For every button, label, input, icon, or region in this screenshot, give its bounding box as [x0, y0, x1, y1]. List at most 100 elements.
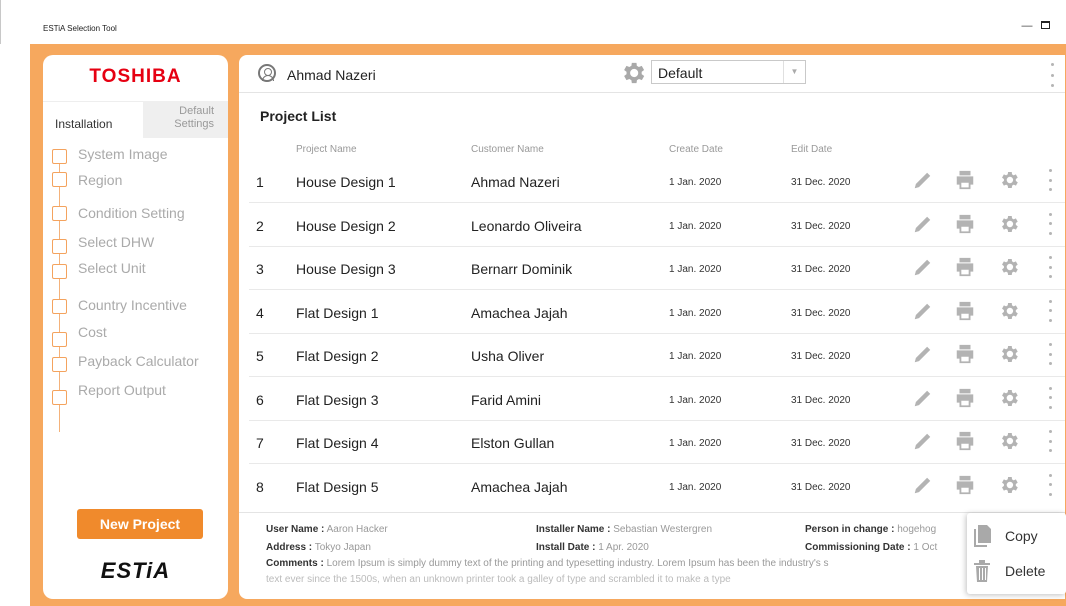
table-row[interactable]: 7 Flat Design 4 Elston Gullan 1 Jan. 2020 31…	[239, 420, 1065, 464]
row-menu-kebab-icon[interactable]	[1045, 212, 1055, 235]
step-checkbox-icon	[52, 172, 67, 187]
new-project-button[interactable]: New Project	[77, 509, 203, 539]
edit-pencil-icon[interactable]	[912, 169, 934, 191]
main-panel: Ahmad Nazeri Default ▼ Project List Proj…	[239, 55, 1065, 599]
main-menu-kebab-icon[interactable]	[1047, 63, 1057, 87]
window-title: ESTiA Selection Tool	[43, 24, 117, 33]
maximize-button[interactable]	[1035, 16, 1055, 36]
row-number: 1	[256, 174, 264, 190]
row-settings-gear-icon[interactable]	[998, 430, 1020, 452]
project-name-cell: Flat Design 1	[296, 304, 379, 321]
trash-icon	[974, 560, 990, 582]
customer-name-cell: Amachea Jajah	[471, 304, 568, 321]
preset-select-value: Default	[658, 65, 703, 81]
table-row[interactable]: 6 Flat Design 3 Farid Amini 1 Jan. 2020 31 D…	[239, 377, 1065, 421]
step-checkbox-icon	[52, 357, 67, 372]
row-menu-kebab-icon[interactable]	[1045, 430, 1055, 452]
sidebar-tabs: Installation Default Settings	[43, 95, 228, 138]
row-settings-gear-icon[interactable]	[998, 169, 1020, 191]
step-checkbox-icon	[52, 390, 67, 405]
row-settings-gear-icon[interactable]	[998, 343, 1020, 365]
project-name-cell: House Design 3	[296, 261, 396, 277]
row-menu-kebab-icon[interactable]	[1045, 386, 1055, 409]
project-name-cell: House Design 1	[296, 174, 396, 190]
preset-select[interactable]: Default ▼	[651, 60, 806, 84]
customer-name-cell: Farid Amini	[471, 391, 542, 408]
create-date-cell: 1 Jan. 2020	[669, 351, 722, 362]
printer-icon[interactable]	[954, 256, 976, 278]
table-row[interactable]: 1 House Design 1 Ahmad Nazeri 1 Jan. 2020 31…	[239, 159, 1065, 203]
copy-icon	[974, 525, 991, 547]
table-row[interactable]: 5 Flat Design 2 Usha Oliver 1 Jan. 2020 31 D…	[239, 333, 1065, 377]
detail-comments: Comments : Lorem Ipsum is simply dummy t…	[266, 558, 829, 569]
printer-icon[interactable]	[954, 430, 976, 452]
row-number: 6	[256, 391, 264, 408]
row-settings-gear-icon[interactable]	[998, 213, 1020, 235]
table-row[interactable]: 8 Flat Design 5 Amachea Jajah 1 Jan. 2020 31…	[239, 464, 1065, 508]
edit-pencil-icon[interactable]	[912, 343, 934, 365]
row-menu-kebab-icon[interactable]	[1045, 473, 1055, 496]
create-date-cell: 1 Jan. 2020	[669, 177, 722, 188]
create-date-cell: 1 Jan. 2020	[669, 220, 722, 232]
detail-installer-name: Installer Name : Sebastian Westergren	[536, 524, 713, 535]
edit-date-cell: 31 Dec. 2020	[791, 394, 851, 406]
edit-pencil-icon[interactable]	[912, 256, 934, 278]
settings-gear-icon[interactable]	[619, 59, 647, 87]
edit-pencil-icon[interactable]	[912, 387, 934, 409]
row-number: 3	[256, 261, 264, 277]
user-name: Ahmad Nazeri	[287, 67, 376, 83]
row-menu-kebab-icon[interactable]	[1045, 299, 1055, 322]
edit-pencil-icon[interactable]	[912, 430, 934, 452]
title-bar: ESTiA Selection Tool —	[0, 0, 1066, 44]
detail-user-name: User Name : Aaron Hacker	[266, 524, 388, 535]
row-number: 4	[256, 304, 264, 321]
table-row[interactable]: 2 House Design 2 Leonardo Oliveira 1 Jan. 2…	[239, 203, 1065, 247]
detail-commissioning-date: Commissioning Date : 1 Oct	[805, 542, 938, 553]
row-number: 5	[256, 348, 264, 364]
row-number: 7	[256, 435, 264, 451]
minimize-button[interactable]: —	[1017, 16, 1037, 36]
create-date-cell: 1 Jan. 2020	[669, 264, 722, 275]
column-create-date: Create Date	[669, 144, 723, 155]
row-settings-gear-icon[interactable]	[998, 256, 1020, 278]
table-row[interactable]: 4 Flat Design 1 Amachea Jajah 1 Jan. 2020 31…	[239, 290, 1065, 334]
table-row[interactable]: 3 House Design 3 Bernarr Dominik 1 Jan. 202…	[239, 246, 1065, 290]
printer-icon[interactable]	[954, 213, 976, 235]
edit-pencil-icon[interactable]	[912, 474, 934, 496]
step-checkbox-icon	[52, 149, 67, 164]
printer-icon[interactable]	[954, 343, 976, 365]
row-menu-kebab-icon[interactable]	[1045, 343, 1055, 365]
edit-date-cell: 31 Dec. 2020	[791, 220, 851, 232]
printer-icon[interactable]	[954, 387, 976, 409]
step-checkbox-icon	[52, 299, 67, 314]
row-menu-kebab-icon[interactable]	[1045, 169, 1055, 191]
column-customer-name: Customer Name	[471, 144, 544, 155]
project-name-cell: Flat Design 4	[296, 435, 379, 451]
edit-pencil-icon[interactable]	[912, 300, 934, 322]
customer-name-cell: Amachea Jajah	[471, 478, 568, 495]
row-settings-gear-icon[interactable]	[998, 300, 1020, 322]
tab-installation[interactable]: Installation	[43, 101, 143, 138]
row-settings-gear-icon[interactable]	[998, 387, 1020, 409]
edit-pencil-icon[interactable]	[912, 213, 934, 235]
printer-icon[interactable]	[954, 169, 976, 191]
edit-date-cell: 31 Dec. 2020	[791, 351, 851, 362]
detail-install-date: Install Date : 1 Apr. 2020	[536, 542, 649, 553]
maximize-icon	[1040, 21, 1050, 29]
project-list-title: Project List	[260, 108, 337, 124]
copy-menu-item[interactable]: Copy	[967, 519, 1066, 553]
printer-icon[interactable]	[954, 474, 976, 496]
detail-person-in-charge: Person in change : hogehog	[805, 524, 937, 535]
project-name-cell: Flat Design 3	[296, 391, 379, 408]
tab-default-settings[interactable]: Default Settings	[143, 101, 228, 138]
row-settings-gear-icon[interactable]	[998, 474, 1020, 496]
create-date-cell: 1 Jan. 2020	[669, 481, 722, 493]
row-menu-kebab-icon[interactable]	[1045, 256, 1055, 278]
delete-menu-item[interactable]: Delete	[967, 554, 1066, 588]
detail-comments-line2: text ever since the 1500s, when an unkno…	[266, 574, 731, 585]
column-project-name: Project Name	[296, 144, 357, 155]
edit-date-cell: 31 Dec. 2020	[791, 307, 851, 319]
customer-name-cell: Leonardo Oliveira	[471, 217, 582, 234]
printer-icon[interactable]	[954, 300, 976, 322]
top-bar: Ahmad Nazeri Default ▼	[239, 55, 1065, 93]
